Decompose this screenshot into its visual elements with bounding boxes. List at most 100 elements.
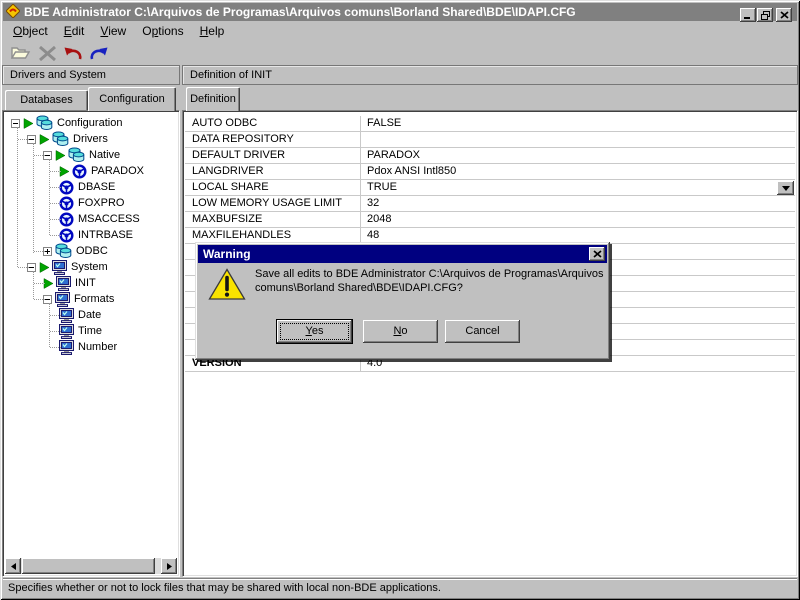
database-icon [55, 243, 72, 259]
param-name-cell[interactable]: DATA REPOSITORY [185, 132, 361, 147]
driver-icon [59, 196, 74, 211]
param-value-cell[interactable]: PARADOX [361, 148, 795, 163]
tree-item-native[interactable]: Native [43, 147, 120, 163]
tree-connector [50, 331, 61, 332]
menu-options[interactable]: Options [134, 22, 191, 40]
status-bar: Specifies whether or not to lock files t… [3, 578, 797, 597]
close-button[interactable] [776, 8, 792, 22]
cancel-button[interactable]: Cancel [445, 320, 520, 343]
grid-row-local-share: LOCAL SHARETRUE [185, 180, 795, 196]
param-name-cell[interactable]: LOW MEMORY USAGE LIMIT [185, 196, 361, 211]
param-name-cell[interactable]: DEFAULT DRIVER [185, 148, 361, 163]
grid-row-maxbufsize: MAXBUFSIZE2048 [185, 212, 795, 228]
computer-icon [59, 308, 74, 323]
param-name-cell[interactable]: LANGDRIVER [185, 164, 361, 179]
tree-item-odbc[interactable]: ODBC [43, 243, 108, 259]
tree-connector [34, 283, 45, 284]
menu-bar: ObjectEditViewOptionsHelp [3, 22, 797, 40]
tree-item-init[interactable]: INIT [43, 275, 96, 291]
param-name-cell[interactable]: MAXBUFSIZE [185, 212, 361, 227]
param-value-cell[interactable]: 2048 [361, 212, 795, 227]
database-icon [36, 115, 53, 131]
tree-item-label: Drivers [73, 133, 108, 145]
param-value-cell[interactable] [361, 132, 795, 147]
computer-icon [59, 340, 74, 355]
driver-icon [59, 212, 74, 227]
menu-help[interactable]: Help [192, 22, 233, 40]
scroll-left-button[interactable] [5, 558, 21, 574]
tab-databases[interactable]: Databases [5, 90, 88, 110]
param-value-cell[interactable]: FALSE [361, 116, 795, 131]
window-titlebar[interactable]: BDE Administrator C:\Arquivos de Program… [3, 3, 797, 21]
no-button[interactable]: No [363, 320, 438, 343]
tree-item-time[interactable]: Time [59, 323, 102, 339]
computer-icon [56, 276, 71, 291]
tree-connector [50, 171, 61, 172]
dialog-close-icon[interactable] [589, 247, 605, 261]
tree-connector [49, 303, 50, 347]
window-title: BDE Administrator C:\Arquivos de Program… [24, 5, 576, 19]
tree-connector [50, 203, 61, 204]
dialog-titlebar[interactable]: Warning [198, 245, 607, 263]
tab-configuration[interactable]: Configuration [88, 87, 176, 111]
minimize-button[interactable] [740, 8, 756, 22]
menu-object[interactable]: Object [5, 22, 56, 40]
value-dropdown-button[interactable] [777, 181, 794, 195]
param-name-cell[interactable]: LOCAL SHARE [185, 180, 361, 195]
tree-item-date[interactable]: Date [59, 307, 101, 323]
database-icon [52, 131, 69, 147]
yes-button[interactable]: Yes [277, 320, 352, 343]
param-value-cell[interactable]: 48 [361, 228, 795, 243]
delete-button[interactable] [34, 42, 60, 64]
warning-dialog: Warning Save all edits to BDE Administra… [195, 242, 610, 360]
tree-item-intrbase[interactable]: INTRBASE [59, 227, 133, 243]
tree-item-msaccess[interactable]: MSACCESS [59, 211, 140, 227]
configuration-tree: Configuration Drivers NativePARADOXDBASE FO… [5, 113, 177, 558]
tree-item-label: MSACCESS [78, 213, 140, 225]
tree-item-label: ODBC [76, 245, 108, 257]
param-name-cell[interactable]: AUTO ODBC [185, 116, 361, 131]
tree-item-formats[interactable]: Formats [43, 291, 114, 307]
param-name-cell[interactable]: MAXFILEHANDLES [185, 228, 361, 243]
tree-horizontal-scrollbar[interactable] [5, 558, 177, 574]
collapse-box[interactable] [11, 119, 20, 128]
computer-icon [52, 260, 67, 275]
dialog-title: Warning [203, 247, 251, 261]
tree-item-label: Number [78, 341, 117, 353]
grid-row-auto-odbc: AUTO ODBCFALSE [185, 116, 795, 132]
computer-icon [55, 292, 70, 307]
tree-item-foxpro[interactable]: FOXPRO [59, 195, 124, 211]
tree-connector [34, 155, 45, 156]
driver-icon [59, 180, 74, 195]
grid-row-low-memory-usage-limit: LOW MEMORY USAGE LIMIT32 [185, 196, 795, 212]
bde-administrator-window: BDE Administrator C:\Arquivos de Program… [0, 0, 800, 600]
toolbar [3, 41, 112, 65]
tree-item-label: FOXPRO [78, 197, 124, 209]
modified-arrow-icon [39, 134, 50, 145]
menu-view[interactable]: View [92, 22, 134, 40]
tree-item-dbase[interactable]: DBASE [59, 179, 115, 195]
tree-item-label: Date [78, 309, 101, 321]
param-value-cell[interactable]: 32 [361, 196, 795, 211]
tree-item-label: Configuration [57, 117, 122, 129]
open-button[interactable] [8, 42, 34, 64]
tree-item-number[interactable]: Number [59, 339, 117, 355]
scrollbar-thumb[interactable] [22, 558, 155, 574]
scroll-right-button[interactable] [161, 558, 177, 574]
menu-edit[interactable]: Edit [56, 22, 93, 40]
tree-item-configuration[interactable]: Configuration [11, 115, 122, 131]
undo-button[interactable] [60, 42, 86, 64]
tree-item-system[interactable]: System [27, 259, 108, 275]
modified-arrow-icon [23, 118, 34, 129]
param-value-cell[interactable]: TRUE [361, 180, 795, 195]
right-panel-header: Definition of INIT [182, 65, 798, 85]
tree-item-drivers[interactable]: Drivers [27, 131, 108, 147]
dialog-message: Save all edits to BDE Administrator C:\A… [255, 267, 605, 295]
tab-definition[interactable]: Definition [186, 87, 240, 111]
tree-connector [34, 299, 45, 300]
redo-button[interactable] [86, 42, 112, 64]
restore-button[interactable] [757, 8, 773, 22]
tree-connector [33, 271, 34, 299]
tree-item-paradox[interactable]: PARADOX [59, 163, 144, 179]
param-value-cell[interactable]: Pdox ANSI Intl850 [361, 164, 795, 179]
